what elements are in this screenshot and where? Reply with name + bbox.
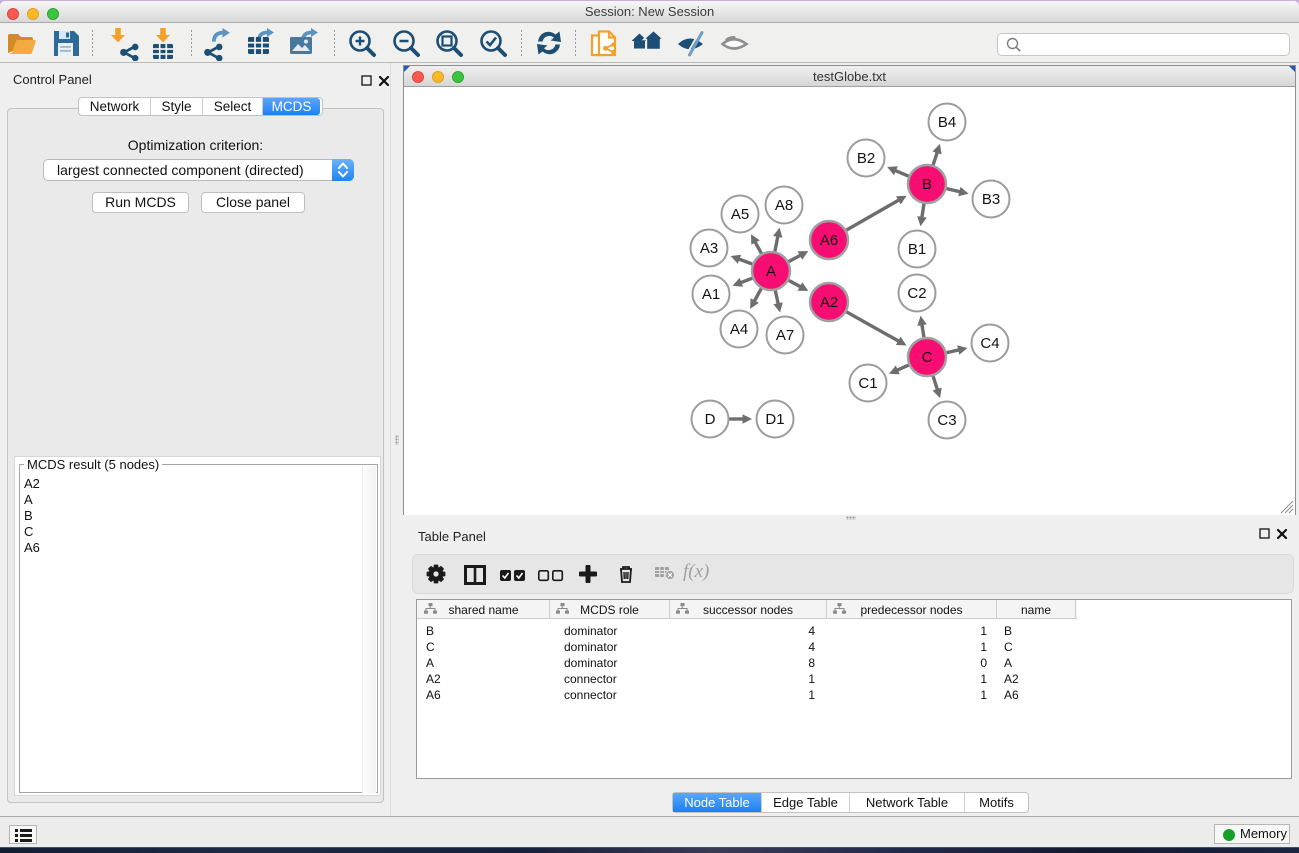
svg-text:C3: C3	[937, 412, 956, 429]
svg-text:C1: C1	[858, 375, 877, 392]
svg-text:A6: A6	[820, 232, 838, 249]
svg-text:B3: B3	[982, 191, 1000, 208]
svg-text:B2: B2	[857, 150, 875, 167]
svg-text:D1: D1	[765, 411, 784, 428]
svg-text:A2: A2	[820, 294, 838, 311]
svg-text:B4: B4	[938, 114, 956, 131]
svg-text:A: A	[766, 263, 776, 280]
svg-text:C: C	[922, 349, 933, 366]
svg-text:A4: A4	[730, 321, 748, 338]
svg-text:A7: A7	[776, 327, 794, 344]
svg-text:B1: B1	[908, 241, 926, 258]
svg-text:A3: A3	[700, 240, 718, 257]
svg-text:A8: A8	[775, 197, 793, 214]
svg-text:B: B	[922, 176, 932, 193]
svg-text:A5: A5	[731, 206, 749, 223]
svg-text:A1: A1	[702, 286, 720, 303]
svg-text:C4: C4	[980, 335, 999, 352]
svg-text:C2: C2	[907, 285, 926, 302]
svg-text:D: D	[705, 411, 716, 428]
